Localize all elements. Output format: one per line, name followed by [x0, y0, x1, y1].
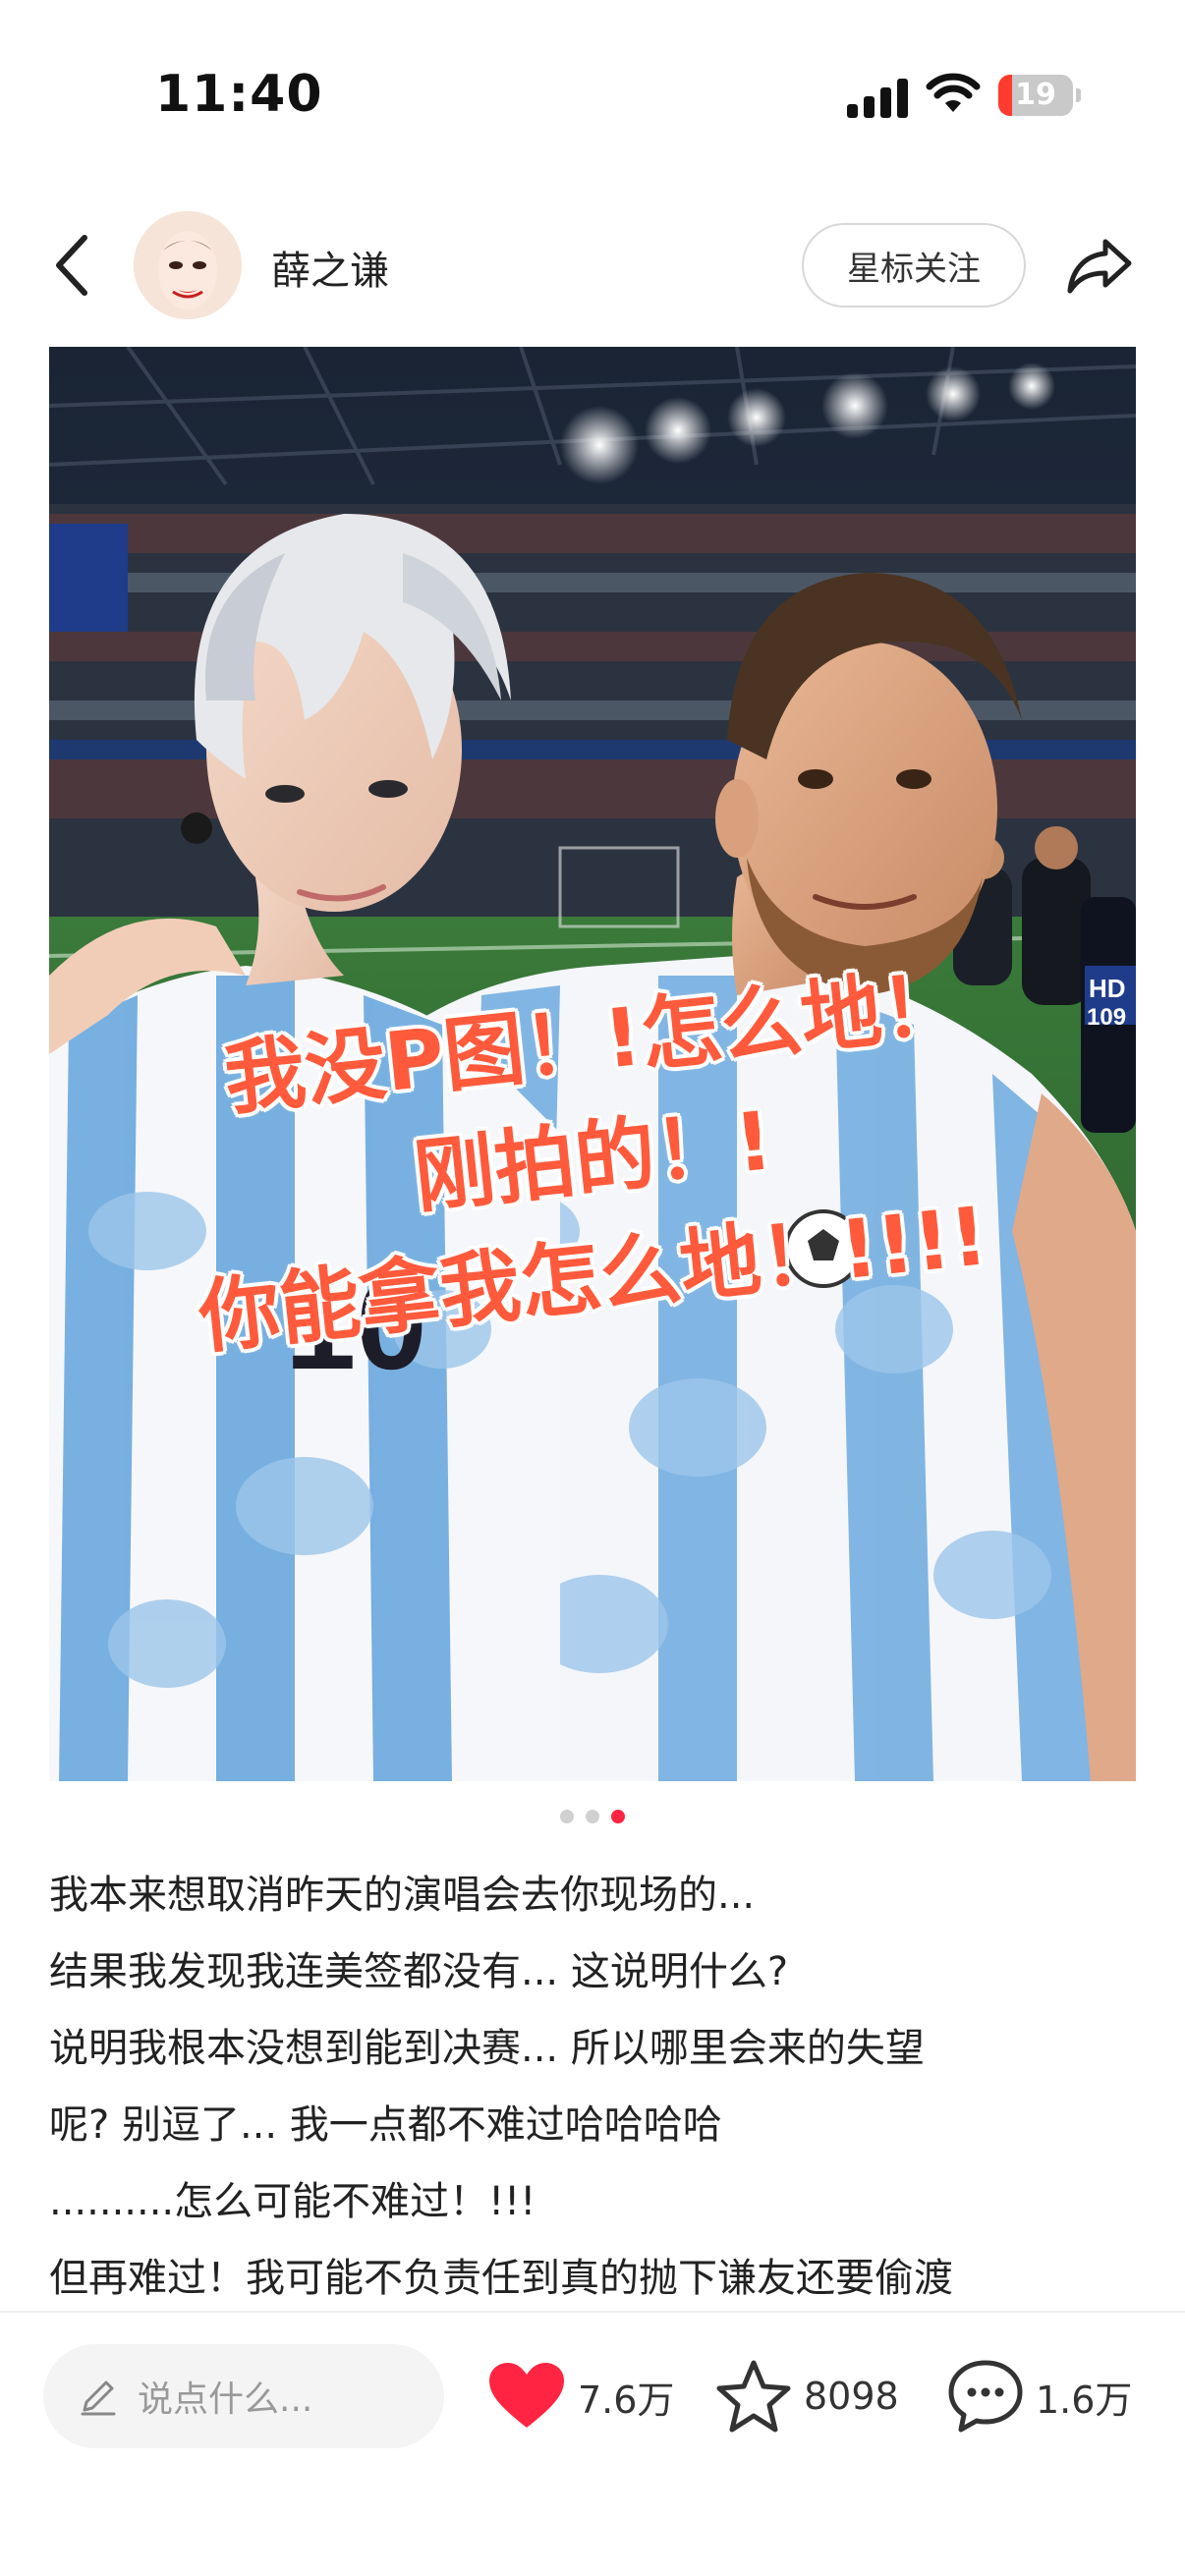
pagination-dot-3[interactable] [611, 1810, 625, 1823]
post-line: ..........怎么可能不难过！!!! [49, 2179, 536, 2224]
post-content: 我本来想取消昨天的演唱会去你现场的... 结果我发现我连美签都没有... 这说明… [49, 1857, 1140, 2309]
share-icon [1067, 239, 1132, 294]
star-icon [716, 2360, 791, 2433]
post-line: 结果我发现我连美签都没有... 这说明什么? [49, 1949, 789, 1994]
author-avatar[interactable] [134, 211, 242, 319]
comment-button[interactable]: 1.6万 [947, 2352, 1132, 2440]
pencil-icon [81, 2380, 116, 2416]
post-header: 薛之谦 星标关注 [0, 201, 1185, 329]
like-button[interactable]: 7.6万 [487, 2352, 674, 2440]
post-line: 说明我根本没想到能到决赛... 所以哪里会来的失望 [49, 2026, 925, 2071]
cellular-signal-icon [847, 79, 908, 118]
author-name[interactable]: 薛之谦 [271, 239, 389, 296]
pagination-dot-1[interactable] [560, 1810, 574, 1823]
heart-icon [489, 2363, 564, 2428]
back-button[interactable] [43, 231, 102, 300]
comment-placeholder: 说点什么... [138, 2380, 313, 2420]
image-pagination [0, 1810, 1185, 1829]
post-line: 呢? 别逗了... 我一点都不难过哈哈哈哈 [49, 2102, 722, 2148]
post-line: 我本来想取消昨天的演唱会去你现场的... [49, 1873, 756, 1918]
battery-level: 19 [1015, 78, 1056, 112]
collect-count: 8098 [804, 2375, 899, 2418]
status-time: 11:40 [155, 65, 323, 124]
battery-cap [1076, 88, 1081, 102]
comment-bubble-icon [948, 2360, 1023, 2433]
comment-input[interactable]: 说点什么... [43, 2344, 444, 2448]
battery-body: 19 [998, 75, 1073, 116]
comment-count: 1.6万 [1036, 2378, 1133, 2422]
battery-indicator: 19 [998, 75, 1081, 116]
like-count: 7.6万 [578, 2378, 675, 2422]
collect-button[interactable]: 8098 [715, 2352, 899, 2440]
status-bar: 11:40 19 [0, 0, 1185, 187]
follow-button[interactable]: 星标关注 [802, 223, 1026, 308]
pagination-dot-2[interactable] [586, 1810, 599, 1823]
avatar-image [134, 211, 242, 319]
share-button[interactable] [1061, 231, 1140, 300]
bottom-action-bar: 说点什么... 7.6万 8098 1.6万 [0, 2311, 1185, 2576]
back-icon [56, 235, 87, 296]
post-photo[interactable]: HD 109 10 我没P图！!怎么地！ 刚拍的！! 你能拿我怎么地！!!!! [49, 347, 1136, 1781]
post-line: 但再难过！我可能不负责任到真的抛下谦友还要偷渡 [49, 2256, 953, 2301]
wifi-icon [926, 73, 981, 112]
